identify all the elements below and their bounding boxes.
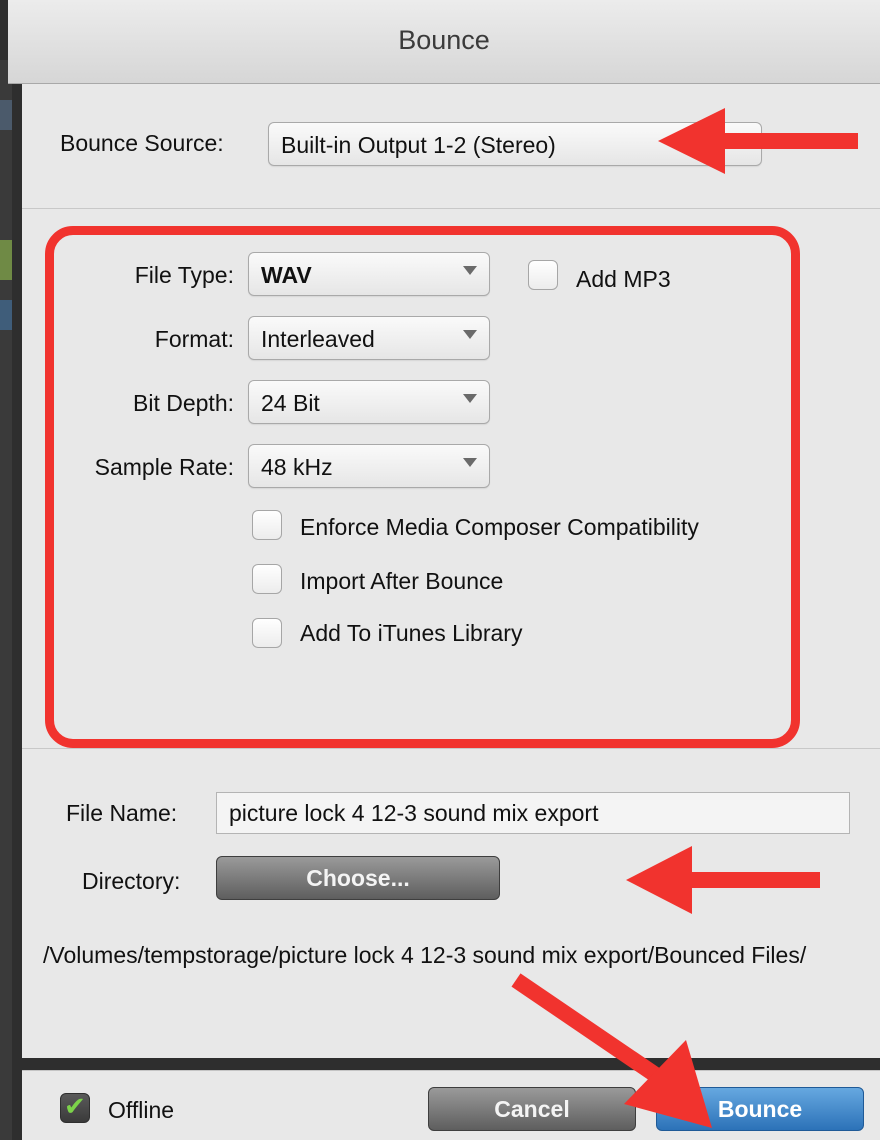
file-name-input[interactable] xyxy=(217,793,849,833)
bit-depth-select[interactable]: 24 Bit xyxy=(248,380,490,424)
file-name-field[interactable] xyxy=(216,792,850,834)
import-after-bounce-checkbox[interactable] xyxy=(252,564,282,594)
bounce-source-select[interactable]: Built-in Output 1-2 (Stereo) xyxy=(268,122,762,166)
sample-rate-label: Sample Rate: xyxy=(94,454,234,480)
add-mp3-label: Add MP3 xyxy=(576,266,671,292)
window-title: Bounce xyxy=(8,0,880,84)
offline-checkbox[interactable]: ✔ xyxy=(60,1091,90,1123)
dialog-footer: ✔ Offline Cancel Bounce xyxy=(22,1070,880,1140)
import-after-bounce-label: Import After Bounce xyxy=(300,568,504,594)
offline-label: Offline xyxy=(108,1097,175,1123)
file-type-select[interactable]: WAV xyxy=(248,252,490,296)
sample-rate-select[interactable]: 48 kHz xyxy=(248,444,490,488)
sample-rate-value: 48 kHz xyxy=(261,454,333,480)
section-divider xyxy=(22,748,880,749)
format-label: Format: xyxy=(154,326,234,352)
directory-path: /Volumes/tempstorage/picture lock 4 12-3… xyxy=(43,942,807,968)
cancel-button[interactable]: Cancel xyxy=(428,1087,636,1131)
chevron-down-icon xyxy=(463,394,477,403)
file-type-value: WAV xyxy=(261,262,312,288)
checkmark-icon: ✔ xyxy=(64,1091,86,1121)
add-to-itunes-checkbox[interactable] xyxy=(252,618,282,648)
format-value: Interleaved xyxy=(261,326,375,352)
chevron-down-icon xyxy=(463,458,477,467)
enforce-media-composer-checkbox[interactable] xyxy=(252,510,282,540)
chevron-down-icon xyxy=(463,330,477,339)
file-type-label: File Type: xyxy=(134,262,234,288)
bounce-button[interactable]: Bounce xyxy=(656,1087,864,1131)
enforce-media-composer-label: Enforce Media Composer Compatibility xyxy=(300,514,699,540)
directory-label: Directory: xyxy=(82,868,181,894)
section-divider xyxy=(22,208,880,209)
settings-panel: Bounce Source: Built-in Output 1-2 (Ster… xyxy=(22,84,880,1058)
bit-depth-value: 24 Bit xyxy=(261,390,320,416)
chevron-down-icon xyxy=(463,266,477,275)
add-mp3-checkbox[interactable] xyxy=(528,260,558,290)
add-to-itunes-label: Add To iTunes Library xyxy=(300,620,523,646)
format-select[interactable]: Interleaved xyxy=(248,316,490,360)
bit-depth-label: Bit Depth: xyxy=(133,390,234,416)
bounce-source-value: Built-in Output 1-2 (Stereo) xyxy=(281,132,556,158)
bounce-dialog: Bounce Bounce Source: Built-in Output 1-… xyxy=(0,0,880,1140)
bounce-source-label: Bounce Source: xyxy=(60,130,224,156)
chevron-down-icon xyxy=(735,136,749,145)
file-name-label: File Name: xyxy=(66,800,178,826)
choose-directory-button[interactable]: Choose... xyxy=(216,856,500,900)
